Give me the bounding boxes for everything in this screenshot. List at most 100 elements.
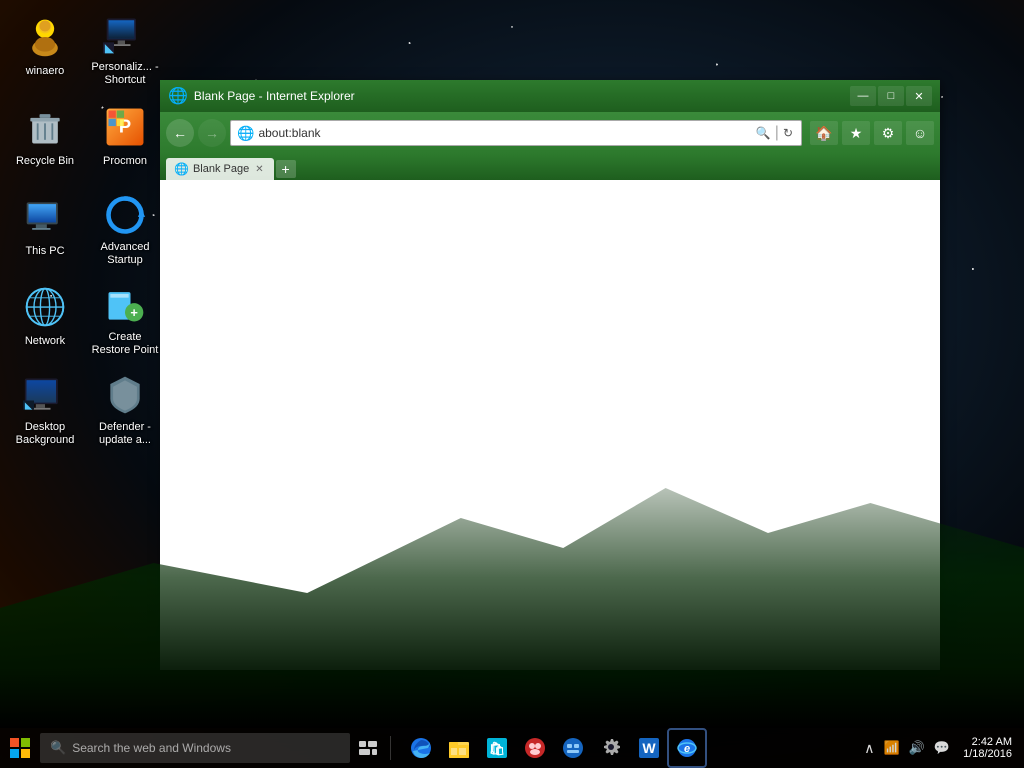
tab-label: Blank Page [193, 163, 249, 175]
clock-date: 1/18/2016 [963, 748, 1012, 760]
browser-content [160, 180, 940, 670]
address-actions: 🔍 | ↻ [754, 124, 795, 142]
tab-ie-icon: 🌐 [174, 162, 189, 176]
close-button[interactable]: ✕ [906, 86, 932, 106]
maximize-button[interactable]: □ [878, 86, 904, 106]
desktop-icon-procmon[interactable]: P Procmon [85, 95, 165, 185]
address-bar[interactable]: 🌐 🔍 | ↻ [230, 120, 802, 146]
desktop-bg-label: Desktop Background [10, 421, 80, 447]
edge-icon [410, 737, 432, 759]
address-input[interactable] [258, 126, 749, 140]
personalize-icon [101, 13, 149, 57]
winaero-icon [21, 13, 69, 61]
tab-bar: 🌐 Blank Page ✕ + [160, 154, 940, 180]
desktop-icon-personalize[interactable]: Personaliz... - Shortcut [85, 5, 165, 95]
settings-button[interactable]: ⚙ [874, 121, 902, 145]
taskbar-icon-store[interactable]: 🛍 [479, 730, 515, 766]
desktop-icon-defender[interactable]: Defender - update a... [85, 365, 165, 455]
address-ie-icon: 🌐 [237, 125, 254, 142]
taskbar-icon-word[interactable]: W [631, 730, 667, 766]
start-button[interactable] [0, 728, 40, 768]
taskbar-pinned-icons: 🛍 [403, 730, 705, 766]
minimize-button[interactable]: — [850, 86, 876, 106]
favorites-button[interactable]: ★ [842, 121, 870, 145]
clock-time: 2:42 AM [963, 736, 1012, 748]
back-button[interactable]: ← [166, 119, 194, 147]
ie-title-icon: 🌐 [168, 86, 188, 106]
forward-button[interactable]: → [198, 119, 226, 147]
desktop-icon-advanced-startup[interactable]: Advanced Startup [85, 185, 165, 275]
taskview-icon [359, 741, 377, 755]
home-button[interactable]: 🏠 [810, 121, 838, 145]
system-clock[interactable]: 2:42 AM 1/18/2016 [957, 734, 1018, 762]
advanced-startup-label: Advanced Startup [90, 241, 160, 267]
explorer-icon [448, 737, 470, 759]
svg-text:W: W [642, 740, 656, 756]
svg-text:e: e [684, 743, 690, 755]
this-pc-icon [21, 193, 69, 241]
personalize-label: Personaliz... - Shortcut [90, 61, 160, 87]
desktop-bg-icon [21, 373, 69, 417]
procmon-label: Procmon [103, 155, 147, 168]
window-controls: — □ ✕ [850, 86, 932, 106]
desktop-icon-desktop-bg[interactable]: Desktop Background [5, 365, 85, 455]
taskbar-separator [390, 736, 391, 760]
desktop-icon-winaero[interactable]: winaero [5, 5, 85, 95]
tray-volume-icon[interactable]: 🔊 [906, 738, 928, 758]
addr-sep: | [775, 124, 779, 142]
windows-logo-icon [10, 738, 30, 758]
defender-label: Defender - update a... [90, 421, 160, 447]
taskbar-icon-app1[interactable] [517, 730, 553, 766]
search-icon: 🔍 [50, 740, 66, 756]
taskbar-icon-settings[interactable] [593, 730, 629, 766]
search-button[interactable]: 🔍 [754, 124, 773, 142]
word-icon: W [638, 737, 660, 759]
taskview-button[interactable] [350, 730, 386, 766]
refresh-button[interactable]: ↻ [781, 124, 795, 142]
advanced-startup-icon [101, 193, 149, 237]
desktop-icon-recycle-bin[interactable]: Recycle Bin [5, 95, 85, 185]
browser-window: 🌐 Blank Page - Internet Explorer — □ ✕ ←… [160, 80, 940, 670]
toolbar-right: 🏠 ★ ⚙ ☺ [810, 121, 934, 145]
nav-bar: ← → 🌐 🔍 | ↻ 🏠 ★ ⚙ ☺ [160, 112, 940, 154]
sys-tray-icons: ∧ 📶 🔊 💬 [861, 738, 953, 759]
taskbar: 🔍 [0, 728, 1024, 768]
store-icon: 🛍 [486, 737, 508, 759]
recycle-bin-label: Recycle Bin [16, 155, 74, 168]
defender-icon [101, 373, 149, 417]
search-input[interactable] [72, 741, 340, 755]
ie-icon: e [676, 737, 698, 759]
desktop-icons-container: winaero [5, 5, 165, 455]
taskbar-icon-ie[interactable]: e [669, 730, 705, 766]
network-icon [21, 283, 69, 331]
app1-icon [524, 737, 546, 759]
this-pc-label: This PC [25, 245, 64, 258]
recycle-bin-icon [21, 103, 69, 151]
tray-network-icon[interactable]: 📶 [881, 738, 903, 758]
search-box[interactable]: 🔍 [40, 733, 350, 763]
tab-close-button[interactable]: ✕ [253, 164, 265, 175]
desktop-icon-network[interactable]: Network [5, 275, 85, 365]
taskbar-icon-explorer[interactable] [441, 730, 477, 766]
title-bar: 🌐 Blank Page - Internet Explorer — □ ✕ [160, 80, 940, 112]
svg-text:🛍: 🛍 [489, 741, 506, 756]
new-tab-button[interactable]: + [276, 160, 296, 178]
taskbar-icon-app2[interactable] [555, 730, 591, 766]
network-label: Network [25, 335, 65, 348]
taskbar-icon-edge[interactable] [403, 730, 439, 766]
tray-action-center-icon[interactable]: 💬 [931, 738, 953, 758]
winaero-label: winaero [26, 65, 65, 78]
desktop-icon-this-pc[interactable]: This PC [5, 185, 85, 275]
landscape-glow [410, 608, 820, 728]
app2-icon [562, 737, 584, 759]
create-restore-icon: + [101, 283, 149, 327]
system-tray: ∧ 📶 🔊 💬 2:42 AM 1/18/2016 [861, 734, 1024, 762]
procmon-icon: P [101, 103, 149, 151]
tray-expand-button[interactable]: ∧ [861, 738, 877, 759]
desktop: winaero [0, 0, 1024, 768]
desktop-icon-create-restore[interactable]: + Create Restore Point [85, 275, 165, 365]
svg-text:+: + [130, 305, 138, 320]
browser-tab-blank-page[interactable]: 🌐 Blank Page ✕ [166, 158, 274, 180]
smiley-button[interactable]: ☺ [906, 121, 934, 145]
settings-icon [600, 737, 622, 759]
